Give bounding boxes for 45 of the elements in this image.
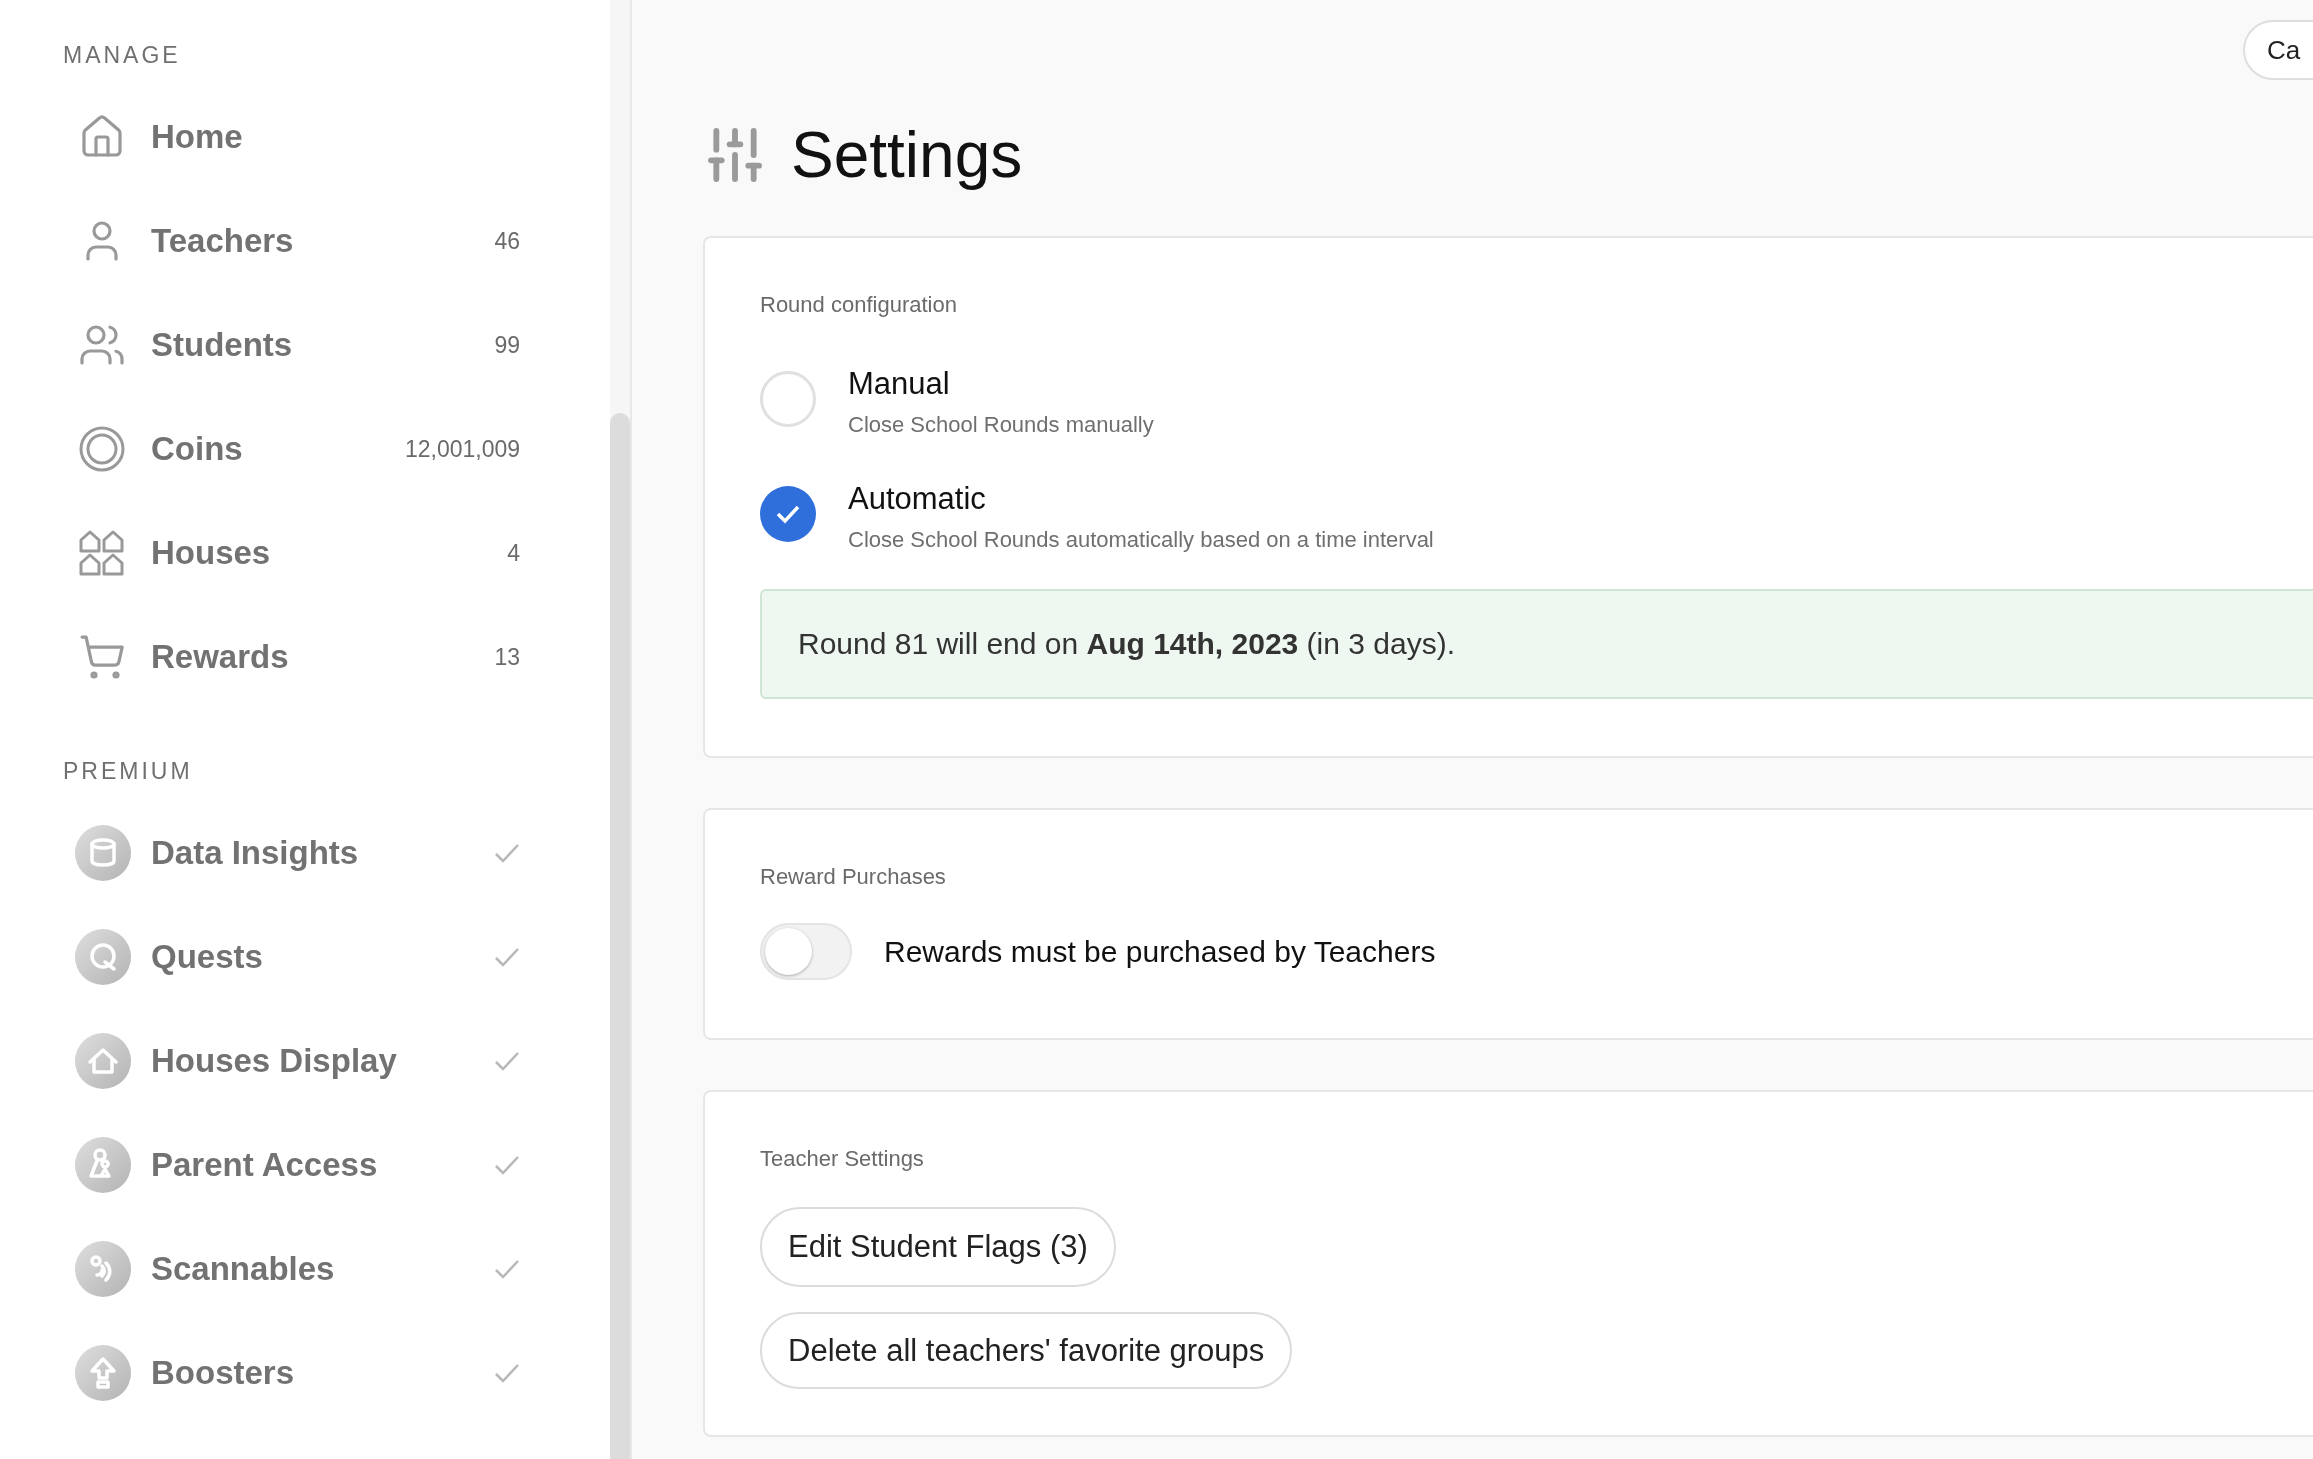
parent-child-icon (75, 1137, 131, 1193)
nav-item[interactable]: Students (151, 326, 495, 364)
database-icon (75, 825, 131, 881)
nav-item[interactable]: Houses (151, 534, 508, 572)
scan-icon (75, 1241, 131, 1297)
scrollbar-thumb[interactable] (610, 413, 630, 1459)
nav-item[interactable]: Coins (151, 430, 405, 468)
coin-icon (79, 426, 125, 472)
radio-button[interactable] (760, 371, 816, 427)
quest-icon (75, 929, 131, 985)
option-description: Close School Rounds manually (848, 411, 1154, 439)
card-heading: Teacher Settings (760, 1145, 925, 1173)
page-title: Settings (791, 118, 1023, 193)
radio-button[interactable] (760, 486, 816, 542)
item-count: 13 (494, 643, 521, 671)
item-count: 4 (507, 539, 521, 567)
nav-item[interactable]: Teachers (151, 222, 495, 260)
booster-icon (75, 1345, 131, 1401)
action-button[interactable]: Delete all teachers' favorite groups (760, 1312, 1293, 1389)
nav-item[interactable]: Rewards (151, 638, 495, 676)
nav-item[interactable]: Boosters (151, 1354, 495, 1392)
round-notice: Round 81 will end on Aug 14th, 2023 (in 3 days). (760, 589, 2313, 699)
house-icon (75, 1033, 131, 1089)
item-count: 12,001,009 (404, 435, 521, 463)
toggle-switch[interactable] (760, 923, 852, 980)
nav-item[interactable]: Home (151, 118, 521, 156)
item-count: 99 (494, 331, 521, 359)
top-button[interactable]: Ca (2243, 20, 2313, 80)
action-button[interactable]: Edit Student Flags (3) (760, 1207, 1116, 1287)
nav-item[interactable]: Quests (151, 938, 495, 976)
option-label: Manual (848, 365, 951, 403)
card-heading: Reward Purchases (760, 863, 947, 891)
option-description: Close School Rounds automatically based on a time interval (848, 526, 1434, 554)
section-title: MANAGE (63, 41, 182, 70)
option-label: Automatic (848, 480, 987, 518)
nav-item[interactable]: Houses Display (151, 1042, 495, 1080)
nav-item[interactable]: Scannables (151, 1250, 495, 1288)
toggle-label: Rewards must be purchased by Teachers (884, 934, 1436, 969)
card-heading: Round configuration (760, 291, 958, 319)
nav-item[interactable]: Data Insights (151, 834, 495, 872)
houses-icon (78, 529, 126, 577)
nav-item[interactable]: Parent Access (151, 1146, 495, 1184)
section-title: PREMIUM (63, 757, 194, 786)
item-count: 46 (494, 227, 521, 255)
check-icon (775, 504, 801, 524)
